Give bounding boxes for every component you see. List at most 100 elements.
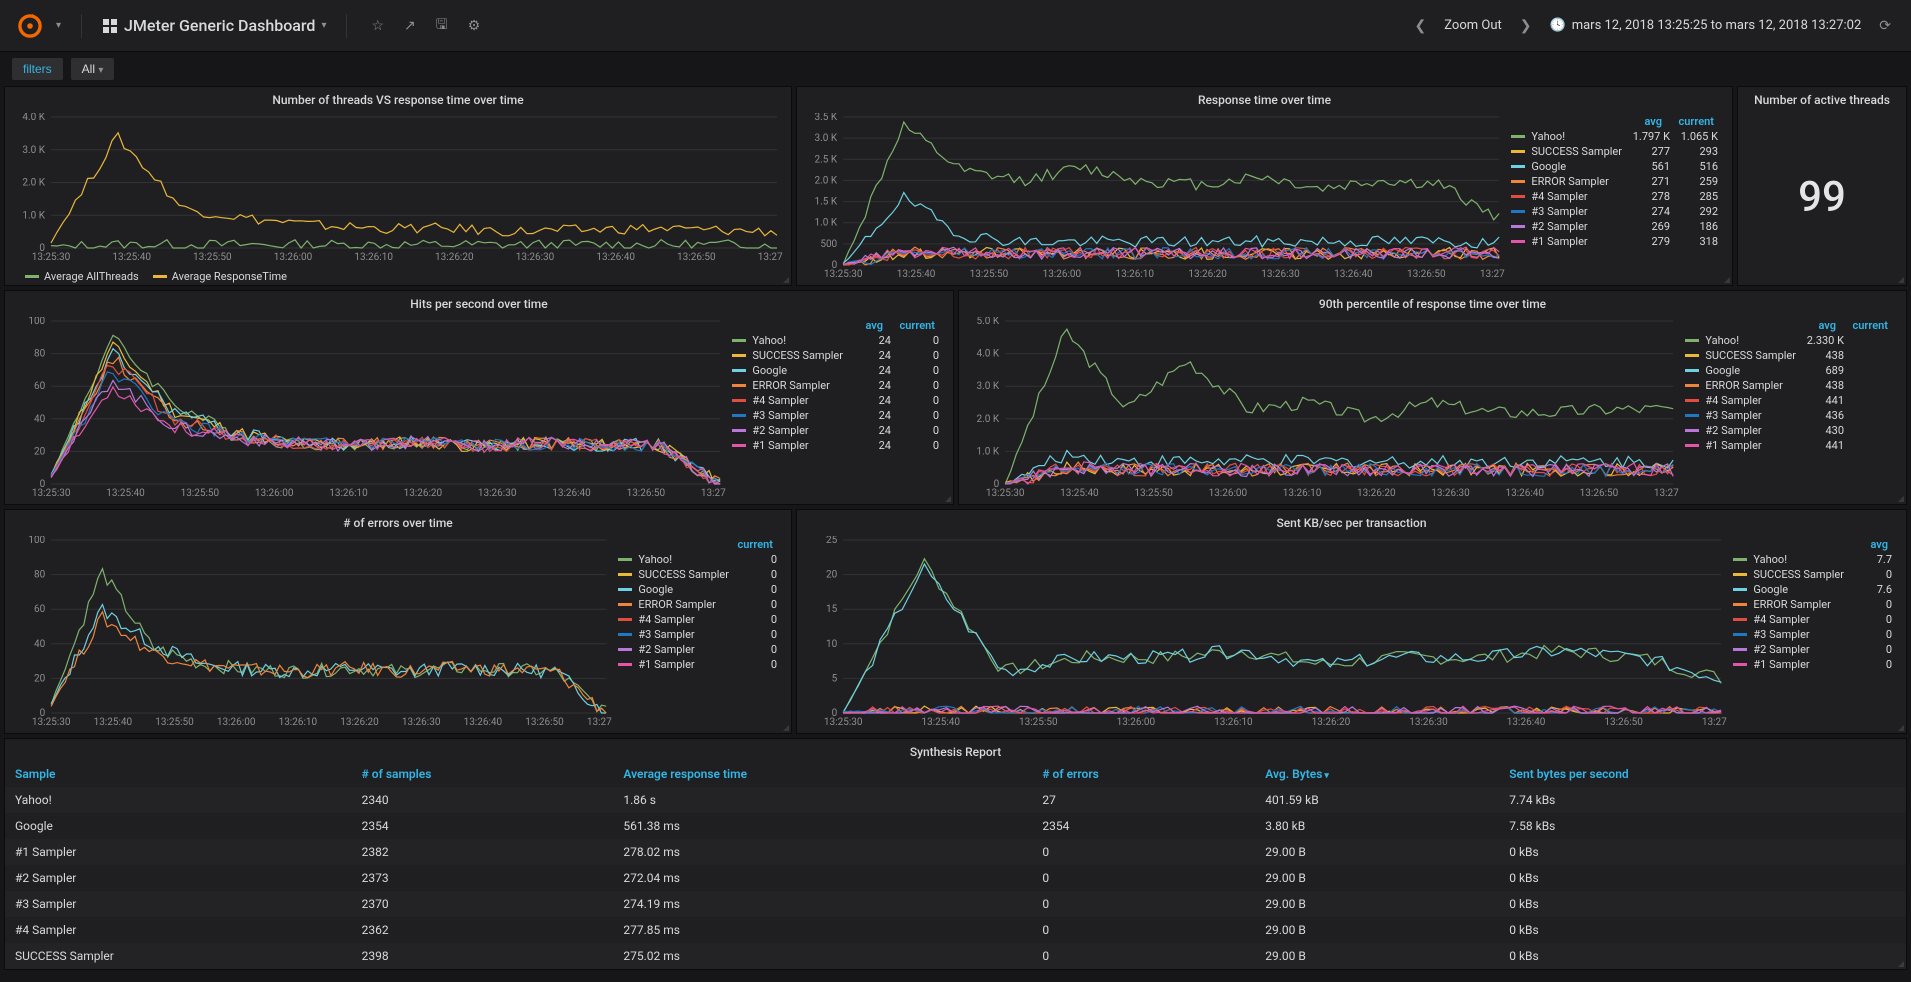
- table-row[interactable]: SUCCESS Sampler2398275.02 ms029.00 B0 kB…: [5, 943, 1906, 969]
- save-icon[interactable]: 🖫: [432, 10, 452, 42]
- panel-title[interactable]: Number of threads VS response time over …: [5, 87, 791, 109]
- legend-item[interactable]: Google7.6: [1733, 583, 1892, 596]
- all-dropdown[interactable]: All ▾: [71, 58, 115, 80]
- chart-canvas[interactable]: 02040608010013:25:3013:25:4013:25:5013:2…: [13, 536, 612, 729]
- legend-item[interactable]: SUCCESS Sampler277293: [1511, 145, 1718, 158]
- legend-item[interactable]: Google561516: [1511, 160, 1718, 173]
- time-forward-icon[interactable]: ❯: [1516, 14, 1536, 38]
- table-row[interactable]: Yahoo!23401.86 s27401.59 kB7.74 kBs: [5, 787, 1906, 813]
- resize-handle[interactable]: [1896, 494, 1904, 502]
- legend-item[interactable]: #1 Sampler279318: [1511, 235, 1718, 248]
- legend-header-cell[interactable]: avg: [1620, 115, 1662, 128]
- legend-item[interactable]: ERROR Sampler271259: [1511, 175, 1718, 188]
- legend-item[interactable]: Google689: [1685, 364, 1892, 377]
- legend-item[interactable]: ERROR Sampler240: [732, 379, 939, 392]
- table-row[interactable]: #4 Sampler2362277.85 ms029.00 B0 kBs: [5, 917, 1906, 943]
- resize-handle[interactable]: [1896, 723, 1904, 731]
- panel-title[interactable]: Synthesis Report: [5, 739, 1906, 761]
- table-row[interactable]: #2 Sampler2373272.04 ms029.00 B0 kBs: [5, 865, 1906, 891]
- chart-canvas[interactable]: 01.0 K2.0 K3.0 K4.0 K13:25:3013:25:4013:…: [13, 113, 783, 264]
- legend-item[interactable]: SUCCESS Sampler240: [732, 349, 939, 362]
- filters-button[interactable]: filters: [12, 58, 63, 80]
- legend-item[interactable]: #4 Sampler278285: [1511, 190, 1718, 203]
- table-row[interactable]: #1 Sampler2382278.02 ms029.00 B0 kBs: [5, 839, 1906, 865]
- chart-canvas[interactable]: 01.0 K2.0 K3.0 K4.0 K5.0 K13:25:3013:25:…: [967, 317, 1679, 500]
- legend-item[interactable]: #4 Sampler0: [618, 613, 777, 626]
- legend-item[interactable]: Average AllThreads: [25, 270, 139, 283]
- legend-item[interactable]: #3 Sampler0: [618, 628, 777, 641]
- legend-header-cell[interactable]: current: [1672, 115, 1714, 128]
- legend-item[interactable]: #2 Sampler269186: [1511, 220, 1718, 233]
- panel-title[interactable]: Number of active threads: [1738, 87, 1906, 109]
- legend-item[interactable]: ERROR Sampler0: [1733, 598, 1892, 611]
- time-range-picker[interactable]: 🕓 mars 12, 2018 13:25:25 to mars 12, 201…: [1550, 18, 1862, 33]
- legend-item[interactable]: #1 Sampler441: [1685, 439, 1892, 452]
- legend-header-cell[interactable]: current: [1846, 319, 1888, 332]
- resize-handle[interactable]: [943, 494, 951, 502]
- table-header-cell[interactable]: # of samples: [352, 761, 614, 787]
- legend-item[interactable]: Yahoo!0: [618, 553, 777, 566]
- share-icon[interactable]: ↗: [400, 14, 420, 38]
- legend-header-cell[interactable]: avg: [1846, 538, 1888, 551]
- panel-title[interactable]: # of errors over time: [5, 510, 791, 532]
- table-header-cell[interactable]: Sample: [5, 761, 352, 787]
- chart-canvas[interactable]: 02040608010013:25:3013:25:4013:25:5013:2…: [13, 317, 726, 500]
- grafana-logo[interactable]: [16, 12, 44, 40]
- table-header-cell[interactable]: Sent bytes per second: [1499, 761, 1906, 787]
- chart-canvas[interactable]: 051015202513:25:3013:25:4013:25:5013:26:…: [805, 536, 1727, 729]
- legend-item[interactable]: #1 Sampler0: [618, 658, 777, 671]
- legend-item[interactable]: #4 Sampler441: [1685, 394, 1892, 407]
- table-row[interactable]: Google2354561.38 ms23543.80 kB7.58 kBs: [5, 813, 1906, 839]
- legend-item[interactable]: #4 Sampler0: [1733, 613, 1892, 626]
- legend-item[interactable]: Yahoo!240: [732, 334, 939, 347]
- legend-header-cell[interactable]: current: [731, 538, 773, 551]
- legend-item[interactable]: #2 Sampler0: [618, 643, 777, 656]
- legend-item[interactable]: #1 Sampler0: [1733, 658, 1892, 671]
- resize-handle[interactable]: [781, 275, 789, 283]
- legend-item[interactable]: Google0: [618, 583, 777, 596]
- resize-handle[interactable]: [1722, 275, 1730, 283]
- dashboard-picker[interactable]: JMeter Generic Dashboard ▾: [102, 16, 326, 35]
- logo-caret-icon[interactable]: ▾: [56, 20, 61, 31]
- legend-item[interactable]: #2 Sampler240: [732, 424, 939, 437]
- resize-handle[interactable]: [1896, 275, 1904, 283]
- legend-item[interactable]: Yahoo!2.330 K: [1685, 334, 1892, 347]
- legend-header-cell[interactable]: avg: [1794, 319, 1836, 332]
- panel-title[interactable]: Hits per second over time: [5, 291, 953, 313]
- legend-item[interactable]: #3 Sampler274292: [1511, 205, 1718, 218]
- legend-item[interactable]: Yahoo!7.7: [1733, 553, 1892, 566]
- legend-item[interactable]: Average ResponseTime: [153, 270, 287, 283]
- legend-item[interactable]: SUCCESS Sampler0: [618, 568, 777, 581]
- zoom-out-button[interactable]: Zoom Out: [1444, 18, 1501, 33]
- chart-canvas[interactable]: 05001.0 K1.5 K2.0 K2.5 K3.0 K3.5 K13:25:…: [805, 113, 1505, 281]
- panel-title[interactable]: 90th percentile of response time over ti…: [959, 291, 1906, 313]
- star-icon[interactable]: ☆: [367, 14, 388, 38]
- refresh-icon[interactable]: ⟳: [1875, 14, 1895, 38]
- legend-header-cell[interactable]: avg: [841, 319, 883, 332]
- legend-item[interactable]: #2 Sampler0: [1733, 643, 1892, 656]
- table-header-cell[interactable]: # of errors: [1032, 761, 1255, 787]
- svg-text:3.0 K: 3.0 K: [22, 145, 45, 156]
- panel-title[interactable]: Response time over time: [797, 87, 1732, 109]
- legend-item[interactable]: ERROR Sampler0: [618, 598, 777, 611]
- legend-item[interactable]: SUCCESS Sampler0: [1733, 568, 1892, 581]
- time-back-icon[interactable]: ❮: [1411, 14, 1431, 38]
- settings-gear-icon[interactable]: ⚙: [464, 14, 485, 38]
- panel-title[interactable]: Sent KB/sec per transaction: [797, 510, 1906, 532]
- legend-item[interactable]: #3 Sampler240: [732, 409, 939, 422]
- legend-item[interactable]: #2 Sampler430: [1685, 424, 1892, 437]
- legend-item[interactable]: #4 Sampler240: [732, 394, 939, 407]
- legend-item[interactable]: ERROR Sampler438: [1685, 379, 1892, 392]
- legend-item[interactable]: Yahoo!1.797 K1.065 K: [1511, 130, 1718, 143]
- legend-item[interactable]: #1 Sampler240: [732, 439, 939, 452]
- table-row[interactable]: #3 Sampler2370274.19 ms029.00 B0 kBs: [5, 891, 1906, 917]
- legend-item[interactable]: #3 Sampler0: [1733, 628, 1892, 641]
- legend-item[interactable]: #3 Sampler436: [1685, 409, 1892, 422]
- legend-item[interactable]: Google240: [732, 364, 939, 377]
- legend-header-cell[interactable]: current: [893, 319, 935, 332]
- legend-item[interactable]: SUCCESS Sampler438: [1685, 349, 1892, 362]
- table-header-cell[interactable]: Avg. Bytes▾: [1255, 761, 1499, 787]
- resize-handle[interactable]: [781, 723, 789, 731]
- table-header-cell[interactable]: Average response time: [613, 761, 1032, 787]
- resize-handle[interactable]: [1896, 959, 1904, 967]
